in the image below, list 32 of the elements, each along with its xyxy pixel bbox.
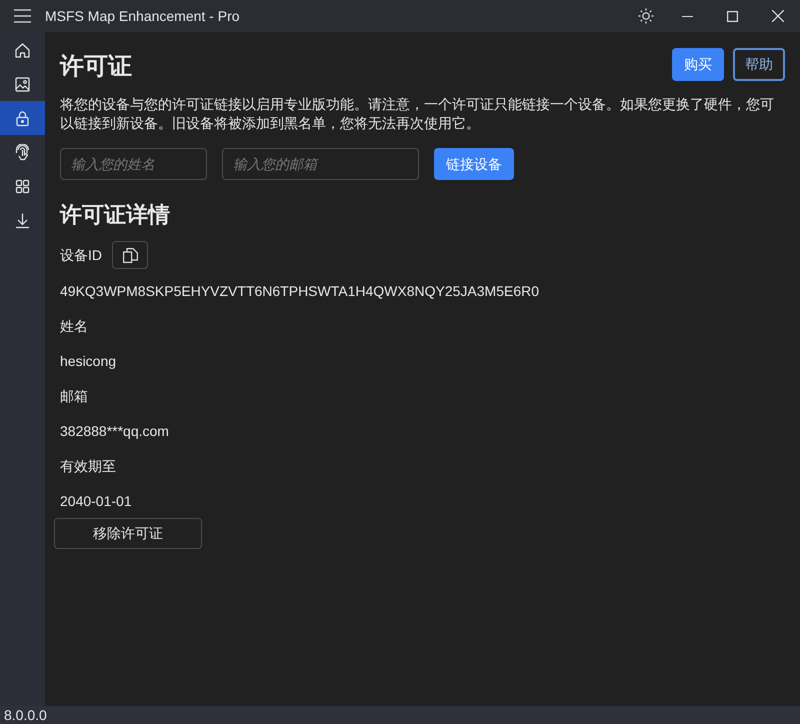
lock-icon bbox=[14, 110, 31, 126]
image-icon bbox=[14, 76, 31, 92]
menu-icon[interactable] bbox=[14, 9, 31, 23]
field-label: 邮箱 bbox=[60, 387, 88, 406]
buy-button[interactable]: 购买 bbox=[672, 48, 724, 81]
field-value: 2040-01-01 bbox=[60, 492, 132, 511]
field-value: hesicong bbox=[60, 352, 116, 371]
field-value: 382888***qq.com bbox=[60, 422, 169, 441]
device-id: 49KQ3WPM8SKP5EHYVZVTT6N6TPHSWTA1H4QWX8NQY25JA3M5E6R0 bbox=[60, 282, 540, 301]
page-title: 许可证 bbox=[60, 52, 132, 82]
version-label: 8.0.0.0 bbox=[4, 706, 47, 724]
window-title: MSFS Map Enhancement - Pro bbox=[45, 6, 240, 26]
sidebar-item[interactable] bbox=[0, 101, 45, 135]
sun-icon[interactable] bbox=[638, 8, 654, 24]
grid-icon bbox=[14, 178, 31, 194]
fingerprint-icon bbox=[14, 144, 31, 160]
device-id-label: 设备ID bbox=[60, 246, 102, 264]
copy-icon bbox=[122, 248, 138, 262]
link-device-button[interactable]: 链接设备 bbox=[434, 148, 514, 180]
name-field[interactable]: 输入您的姓名 bbox=[60, 148, 207, 180]
field-label: 有效期至 bbox=[60, 457, 116, 476]
maximize-icon[interactable] bbox=[727, 10, 738, 22]
field-label: 姓名 bbox=[60, 317, 88, 336]
copy-button[interactable] bbox=[112, 241, 148, 269]
download-icon bbox=[14, 212, 31, 228]
close-icon[interactable] bbox=[772, 10, 784, 22]
email-field[interactable]: 输入您的邮箱 bbox=[222, 148, 419, 180]
remove-license-button[interactable]: 移除许可证 bbox=[54, 518, 202, 549]
home-icon bbox=[14, 42, 31, 58]
description: 将您的设备与您的许可证链接以启用专业版功能。请注意，一个许可证只能链接一个设备。如果您更换了硬件，您可以链接到新设备。旧设备将被添加到黑名单，您将无法再次使用它。 bbox=[60, 95, 775, 133]
help-button[interactable]: 帮助 bbox=[733, 48, 785, 81]
section-title: 许可证详情 bbox=[60, 201, 170, 229]
